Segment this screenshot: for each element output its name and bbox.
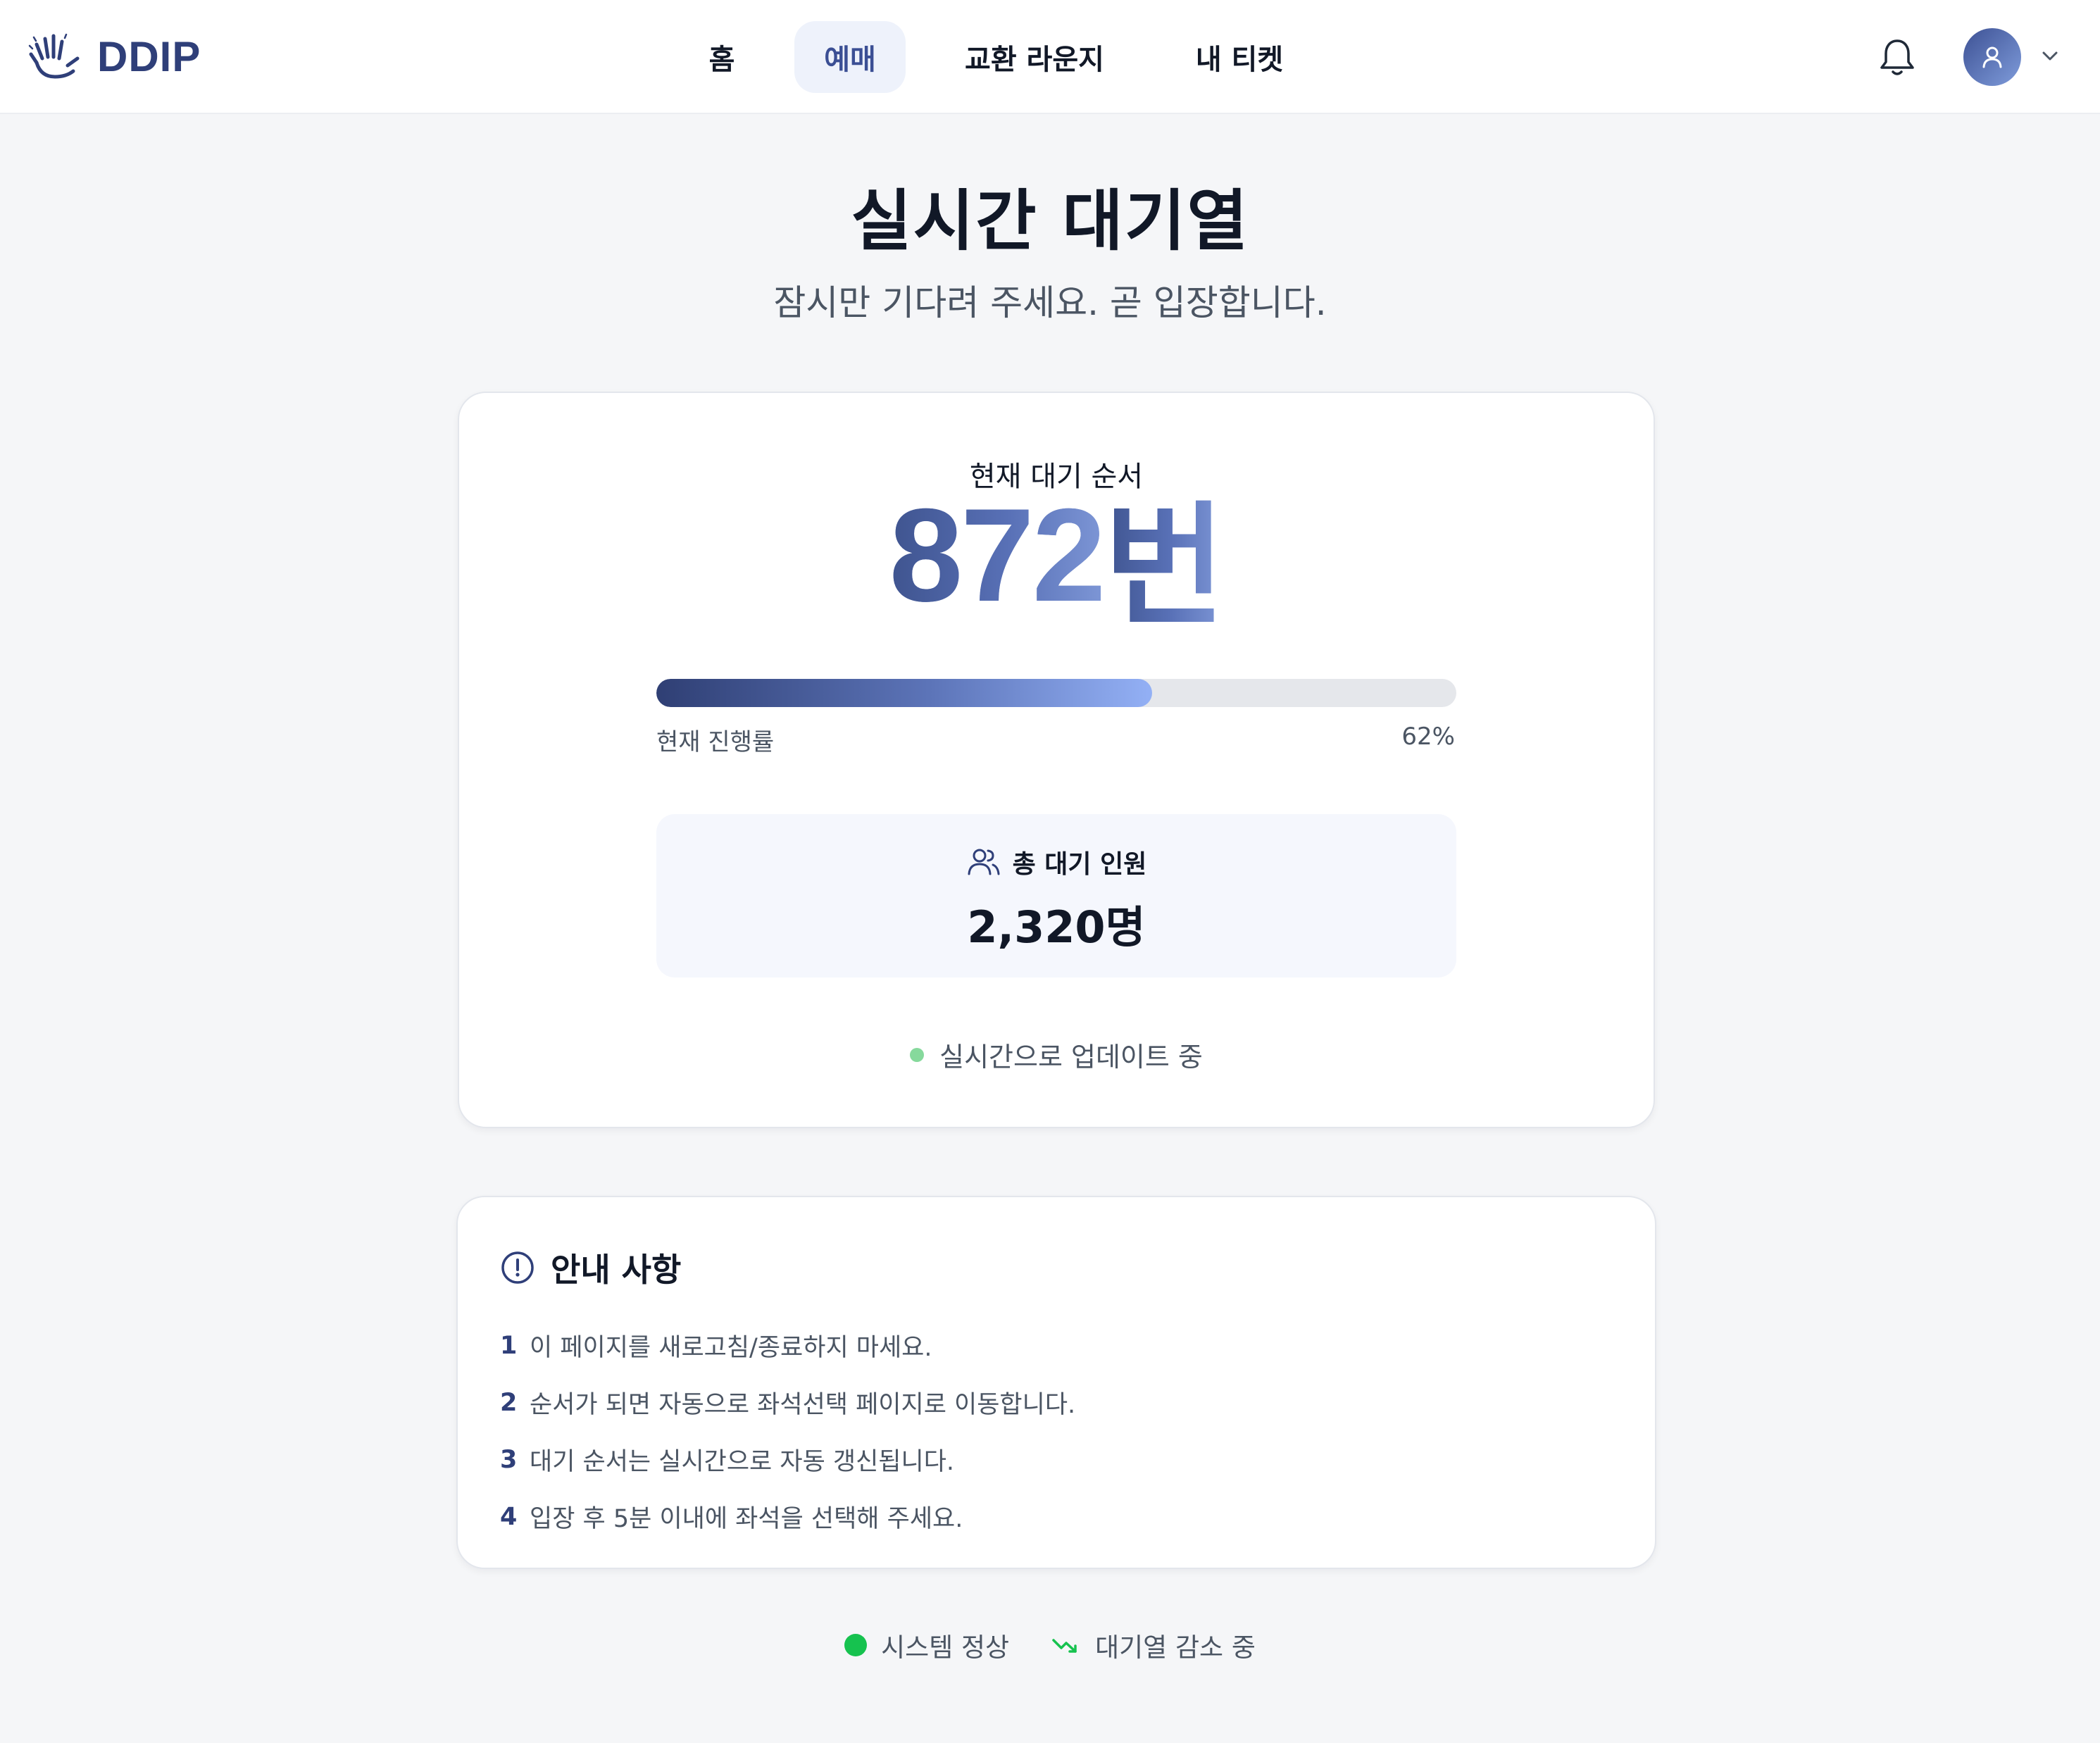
notice-card: 안내 사항 1 이 페이지를 새로고침/종료하지 마세요. 2 순서가 되면 자… bbox=[456, 1196, 1656, 1569]
page-title: 실시간 대기열 bbox=[851, 183, 1249, 260]
users-icon bbox=[968, 849, 1000, 875]
notice-item-text: 대기 순서는 실시간으로 자동 갱신됩니다. bbox=[530, 1448, 955, 1476]
notice-item-text: 이 페이지를 새로고침/종료하지 마세요. bbox=[530, 1334, 932, 1362]
notice-item: 4 입장 후 5분 이내에 좌석을 선택해 주세요. bbox=[500, 1488, 1599, 1545]
total-waiting-header: 총 대기 인원 bbox=[656, 844, 1456, 880]
nav-item-exchange-lounge[interactable]: 교환 라운지 bbox=[939, 21, 1130, 93]
page-subtitle: 잠시만 기다려 주세요. 곧 입장합니다. bbox=[773, 282, 1327, 323]
notice-item-number: 2 bbox=[500, 1388, 518, 1417]
progress-label: 현재 진행률 bbox=[656, 728, 775, 756]
queue-position: 872 번 bbox=[459, 481, 1654, 640]
main-nav: 홈 예매 교환 라운지 내 티켓 bbox=[676, 21, 1310, 93]
queue-position-value: 872 bbox=[889, 479, 1106, 631]
nav-item-home[interactable]: 홈 bbox=[676, 21, 768, 93]
live-update-indicator: 실시간으로 업데이트 중 bbox=[459, 1035, 1654, 1074]
brand-logo[interactable]: DDIP bbox=[27, 28, 201, 85]
notice-item-text: 입장 후 5분 이내에 좌석을 선택해 주세요. bbox=[530, 1505, 963, 1533]
system-status-bar: 시스템 정상 대기열 감소 중 bbox=[0, 1627, 2100, 1663]
progress-bar bbox=[656, 679, 1456, 707]
progress-bar-fill bbox=[656, 679, 1153, 707]
total-waiting-box: 총 대기 인원 2,320명 bbox=[656, 814, 1456, 977]
nav-item-reserve[interactable]: 예매 bbox=[794, 21, 906, 93]
notice-header: 안내 사항 bbox=[500, 1247, 681, 1289]
progress-percent: 62% bbox=[1401, 723, 1455, 751]
notice-item: 2 순서가 되면 자동으로 좌석선택 페이지로 이동합니다. bbox=[500, 1374, 1599, 1431]
notice-item-number: 3 bbox=[500, 1445, 518, 1474]
notice-item: 1 이 페이지를 새로고침/종료하지 마세요. bbox=[500, 1317, 1599, 1374]
live-update-text: 실시간으로 업데이트 중 bbox=[939, 1042, 1203, 1073]
notice-list: 1 이 페이지를 새로고침/종료하지 마세요. 2 순서가 되면 자동으로 좌석… bbox=[500, 1317, 1599, 1545]
user-icon bbox=[1982, 46, 2002, 68]
system-status-text: 시스템 정상 bbox=[881, 1632, 1010, 1663]
avatar[interactable] bbox=[1963, 28, 2021, 86]
alert-circle-icon bbox=[501, 1251, 534, 1284]
top-header: DDIP 홈 예매 교환 라운지 내 티켓 bbox=[0, 0, 2100, 114]
nav-item-my-tickets[interactable]: 내 티켓 bbox=[1169, 21, 1310, 93]
hand-logo-icon bbox=[28, 33, 80, 79]
trending-down-icon bbox=[1052, 1639, 1077, 1653]
status-ok-dot-icon bbox=[844, 1634, 868, 1656]
notice-item-text: 순서가 되면 자동으로 좌석선택 페이지로 이동합니다. bbox=[530, 1391, 1076, 1419]
notice-item-number: 1 bbox=[500, 1331, 518, 1360]
brand-name: DDIP bbox=[97, 32, 201, 80]
queue-position-unit: 번 bbox=[1104, 459, 1225, 651]
notice-item-number: 4 bbox=[500, 1502, 518, 1531]
chevron-down-icon[interactable] bbox=[2039, 45, 2061, 66]
notice-item: 3 대기 순서는 실시간으로 자동 갱신됩니다. bbox=[500, 1431, 1599, 1488]
total-waiting-label: 총 대기 인원 bbox=[1012, 850, 1147, 879]
notice-title: 안내 사항 bbox=[551, 1251, 682, 1289]
queue-card: 현재 대기 순서 872 번 현재 진행률 62% 총 대기 인원 2,320명 … bbox=[458, 392, 1655, 1128]
bell-icon[interactable] bbox=[1876, 35, 1918, 79]
total-waiting-value: 2,320명 bbox=[967, 901, 1146, 953]
queue-trend-text: 대기열 감소 중 bbox=[1095, 1632, 1256, 1663]
live-dot-icon bbox=[910, 1047, 925, 1062]
